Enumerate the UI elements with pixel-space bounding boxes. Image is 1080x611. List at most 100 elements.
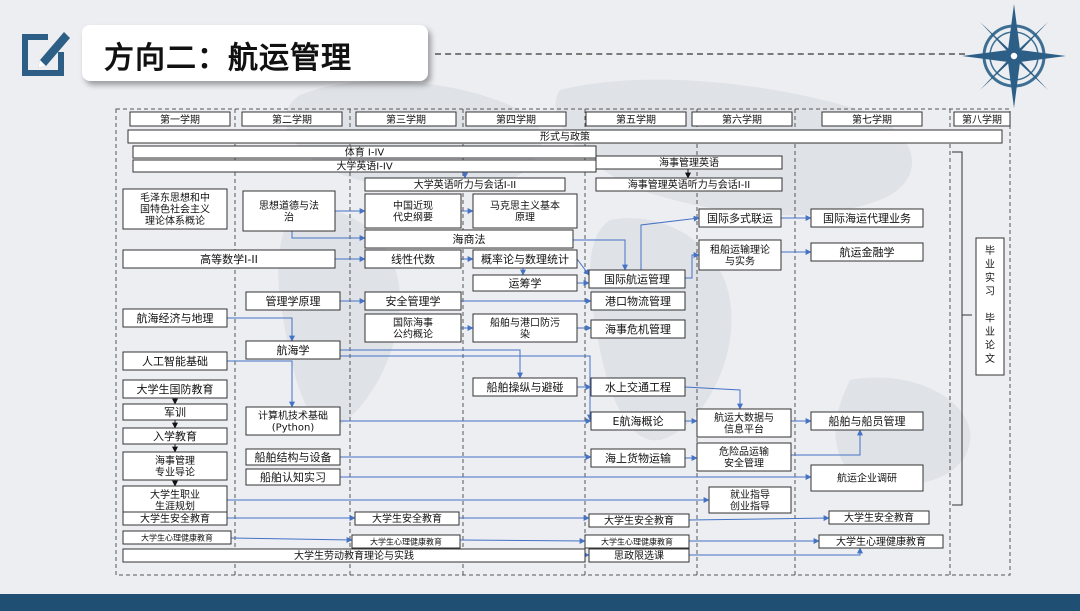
course-label: 国特色社会主义 xyxy=(140,203,210,216)
course-label: 危险品运输 xyxy=(719,445,769,458)
course-label: 马克思主义基本 xyxy=(490,199,560,212)
course-label: 高等数学I-II xyxy=(200,252,258,266)
connector-arrow xyxy=(340,349,523,379)
course-label: 船舶与港口防污 xyxy=(490,316,560,329)
course-label: 与实务 xyxy=(725,254,755,267)
course-label: 创业指导 xyxy=(730,499,770,512)
course-label: 大学英语I-IV xyxy=(336,160,393,173)
course-label: (Python) xyxy=(272,422,315,433)
curriculum-flow-diagram: 第一学期 第二学期 第三学期 第四学期 第五学期 第六学期 第七学期 第八学期 形式与政策体育… xyxy=(115,108,1011,576)
course-label: 毕 xyxy=(985,244,995,257)
course-label: 线性代数 xyxy=(391,252,435,266)
course-label: 业 xyxy=(985,326,995,338)
course-label: 大学生国防教育 xyxy=(137,382,214,396)
course-label: 军训 xyxy=(164,406,186,419)
connector-arrow xyxy=(791,429,863,456)
course-label: 大学生安全教育 xyxy=(844,511,914,524)
connector-arrow xyxy=(640,215,700,270)
course-label: 运筹学 xyxy=(509,276,542,290)
course-label: 安全管理学 xyxy=(386,294,441,308)
course-label: 管理学原理 xyxy=(266,294,321,308)
course-label: 海事管理英语听力与会话I-II xyxy=(628,178,750,191)
course-label: 海事管理 xyxy=(155,454,195,467)
semester-header-8: 第八学期 xyxy=(962,113,1002,126)
course-label: 中国近现 xyxy=(393,199,433,212)
course-label: 航海学 xyxy=(277,343,310,357)
course-label: 大学生安全教育 xyxy=(604,514,674,527)
connector-arrow xyxy=(688,515,830,522)
course-label: 大学英语听力与会话I-II xyxy=(414,178,516,191)
course-label: 思政限选课 xyxy=(614,549,664,562)
course-label: 国际海事 xyxy=(393,316,433,329)
course-label: 毛泽东思想和中 xyxy=(140,191,210,204)
connector-arrow xyxy=(459,537,586,544)
course-label: 国际海运代理业务 xyxy=(823,211,911,225)
connector-arrow xyxy=(230,536,353,543)
semester-header-4: 第四学期 xyxy=(496,113,536,126)
course-label: 代史纲要 xyxy=(393,210,433,223)
semester-header-3: 第三学期 xyxy=(386,113,426,126)
course-label: 水上交通工程 xyxy=(605,380,671,394)
course-label: 船舶操纵与避碰 xyxy=(487,380,564,394)
course-label: 海商法 xyxy=(453,232,486,246)
course-label: 港口物流管理 xyxy=(605,294,671,308)
course-label: 海事危机管理 xyxy=(605,322,671,336)
connector-arrow xyxy=(291,231,366,241)
course-label: 治 xyxy=(284,210,294,223)
course-label: 实 xyxy=(985,271,995,284)
course-label: 航运金融学 xyxy=(840,245,895,259)
course-label: 形式与政策 xyxy=(540,130,590,143)
course-label: 国际航运管理 xyxy=(604,272,670,286)
course-label: 文 xyxy=(985,352,995,365)
course-label: 海事管理英语 xyxy=(659,156,719,169)
course-label: 航运大数据与 xyxy=(714,411,774,424)
connector-arrow xyxy=(573,239,628,271)
course-label: 国际多式联运 xyxy=(707,211,773,225)
semester-header-5: 第五学期 xyxy=(616,113,656,126)
course-label: 大学生心理健康教育 xyxy=(601,536,673,546)
course-label: 大学生安全教育 xyxy=(372,512,442,525)
course-label: 入学教育 xyxy=(153,429,197,443)
footer-bar xyxy=(0,594,1080,611)
course-label: 大学生心理健康教育 xyxy=(370,536,442,546)
course-label: 安全管理 xyxy=(724,456,764,469)
course-label: 船舶认知实习 xyxy=(260,470,326,484)
course-label: 大学生职业 xyxy=(150,488,200,501)
semester-header-7: 第七学期 xyxy=(852,113,892,126)
course-label: 原理 xyxy=(515,211,535,223)
course-label: 概率论与数理统计 xyxy=(481,252,569,266)
course-label: E航海概论 xyxy=(613,414,664,428)
course-label: 专业导论 xyxy=(155,465,195,478)
course-label: 体育 I-IV xyxy=(345,146,385,159)
course-label: 租船运输理论 xyxy=(710,243,770,256)
course-label: 海上货物运输 xyxy=(605,451,671,465)
connector-arrow xyxy=(227,360,295,408)
connector-arrow xyxy=(684,386,743,410)
connector-arrow xyxy=(689,547,863,556)
course-label: 船舶结构与设备 xyxy=(255,450,332,464)
course-label: 船舶与船员管理 xyxy=(829,414,906,428)
connector-arrow xyxy=(576,258,590,276)
course-label: 业 xyxy=(985,259,995,271)
course-label: 论 xyxy=(985,339,995,352)
semester-header-1: 第一学期 xyxy=(160,113,200,126)
course-label: 大学生安全教育 xyxy=(140,512,210,525)
course-label: 染 xyxy=(520,327,530,340)
course-label: 大学生劳动教育理论与实践 xyxy=(294,549,414,562)
course-label: 毕 xyxy=(985,312,995,325)
semester-header-6: 第六学期 xyxy=(722,113,762,126)
course-label: 生涯规划 xyxy=(155,499,195,512)
course-label: 思想道德与法 xyxy=(259,199,319,212)
connector-arrow xyxy=(227,317,295,342)
course-label: 航运企业调研 xyxy=(837,472,897,485)
course-label: 大学生心理健康教育 xyxy=(141,532,213,542)
course-label: 航海经济与地理 xyxy=(137,311,214,325)
course-label: 习 xyxy=(985,287,995,298)
course-label: 公约概论 xyxy=(393,327,433,340)
course-label: 就业指导 xyxy=(730,488,770,501)
course-label: 计算机技术基础 xyxy=(258,409,328,422)
semester-header-2: 第二学期 xyxy=(272,113,312,126)
course-label: 理论体系概论 xyxy=(145,214,205,227)
course-label: 信息平台 xyxy=(724,422,764,435)
course-label: 大学生心理健康教育 xyxy=(836,535,926,548)
